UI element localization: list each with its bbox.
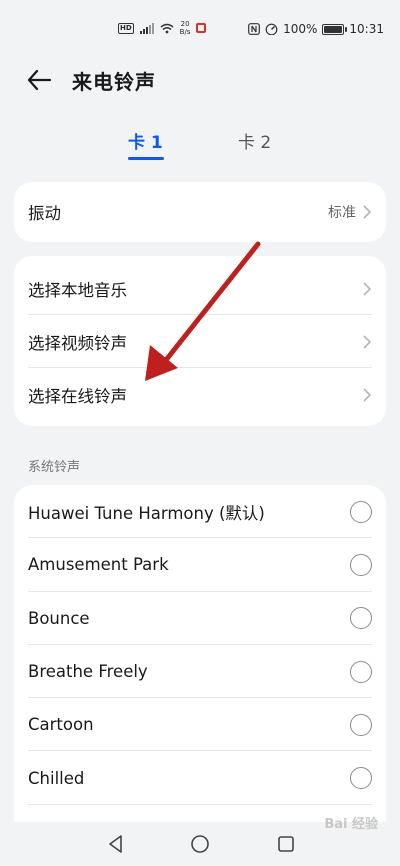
- back-button[interactable]: [26, 68, 54, 92]
- choose-video-ringtone-label: 选择视频铃声: [28, 333, 127, 353]
- nav-home-icon[interactable]: [188, 832, 212, 856]
- chevron-right-icon: [363, 387, 372, 402]
- nav-back-icon[interactable]: [104, 832, 128, 856]
- choose-online-ringtone-label: 选择在线铃声: [28, 386, 127, 406]
- radio-button[interactable]: [350, 767, 372, 790]
- list-item[interactable]: Breathe Freely: [14, 645, 386, 699]
- nav-recent-icon[interactable]: [274, 832, 298, 856]
- radio-button[interactable]: [350, 607, 372, 630]
- status-bar: HD 20 B/s 100% 10:31: [0, 0, 400, 58]
- choose-local-music-label: 选择本地音乐: [28, 280, 127, 300]
- list-item[interactable]: Cartoon: [14, 698, 386, 752]
- vibration-row[interactable]: 振动 标准: [14, 182, 386, 242]
- vibration-label: 振动: [28, 204, 61, 223]
- ringtone-label: Chilled: [28, 768, 85, 788]
- vibration-card: 振动 标准: [14, 182, 386, 242]
- tab-sim-2[interactable]: 卡 2: [238, 128, 271, 153]
- nfc-icon: [248, 23, 260, 35]
- radio-button[interactable]: [350, 500, 372, 523]
- list-item[interactable]: Huawei Tune Harmony (默认): [14, 485, 386, 539]
- battery-fill: [324, 25, 343, 33]
- ringtone-label: Bounce: [28, 608, 90, 628]
- status-bar-right: 100% 10:31: [248, 22, 384, 36]
- notification-icon: [196, 23, 207, 33]
- radio-button[interactable]: [350, 660, 372, 683]
- battery-percent: 100%: [283, 22, 318, 36]
- radio-button[interactable]: [350, 553, 372, 576]
- net-speed-unit: B/s: [179, 28, 191, 36]
- page-title: 来电铃声: [72, 70, 156, 94]
- tab-active-indicator: [128, 157, 164, 160]
- choose-local-music-row[interactable]: 选择本地音乐: [14, 262, 386, 315]
- ringtone-label: Cartoon: [28, 715, 94, 735]
- choose-video-ringtone-row[interactable]: 选择视频铃声: [14, 315, 386, 368]
- watermark: Bai 经验: [324, 817, 378, 832]
- wifi-icon: [160, 23, 174, 34]
- choose-online-ringtone-row[interactable]: 选择在线铃声: [14, 368, 386, 421]
- system-ringtones-list: Huawei Tune Harmony (默认) Amusement Park …: [14, 485, 386, 825]
- hd-icon: HD: [118, 22, 134, 34]
- list-item[interactable]: Amusement Park: [14, 538, 386, 592]
- net-speed-value: 20: [180, 20, 190, 28]
- tab-sim-1[interactable]: 卡 1: [128, 128, 163, 153]
- chevron-right-icon: [363, 281, 372, 296]
- ringtone-label: Breathe Freely: [28, 662, 148, 682]
- battery-icon: [322, 23, 348, 35]
- status-bar-left: HD 20 B/s: [118, 20, 207, 36]
- ringtone-label: Amusement Park: [28, 555, 169, 575]
- radio-button[interactable]: [350, 713, 372, 736]
- choose-ringtone-card: 选择本地音乐 选择视频铃声 选择在线铃声: [14, 256, 386, 426]
- sim-tabs: 卡 1 卡 2: [0, 128, 400, 164]
- system-ringtones-section-label: 系统铃声: [28, 460, 81, 475]
- ringtone-label: Huawei Tune Harmony (默认): [28, 503, 265, 523]
- signal-icon: [139, 22, 154, 34]
- chevron-right-icon: [363, 205, 372, 219]
- list-item[interactable]: Chilled: [14, 751, 386, 805]
- clock: 10:31: [349, 22, 384, 36]
- divider: [28, 803, 372, 805]
- chevron-right-icon: [363, 334, 372, 349]
- net-speed: 20 B/s: [180, 20, 191, 36]
- header: 来电铃声: [0, 58, 400, 102]
- speed-icon: [265, 23, 278, 35]
- vibration-value: 标准: [328, 205, 356, 221]
- arrow-left-icon: [27, 69, 52, 91]
- list-item[interactable]: Bounce: [14, 592, 386, 645]
